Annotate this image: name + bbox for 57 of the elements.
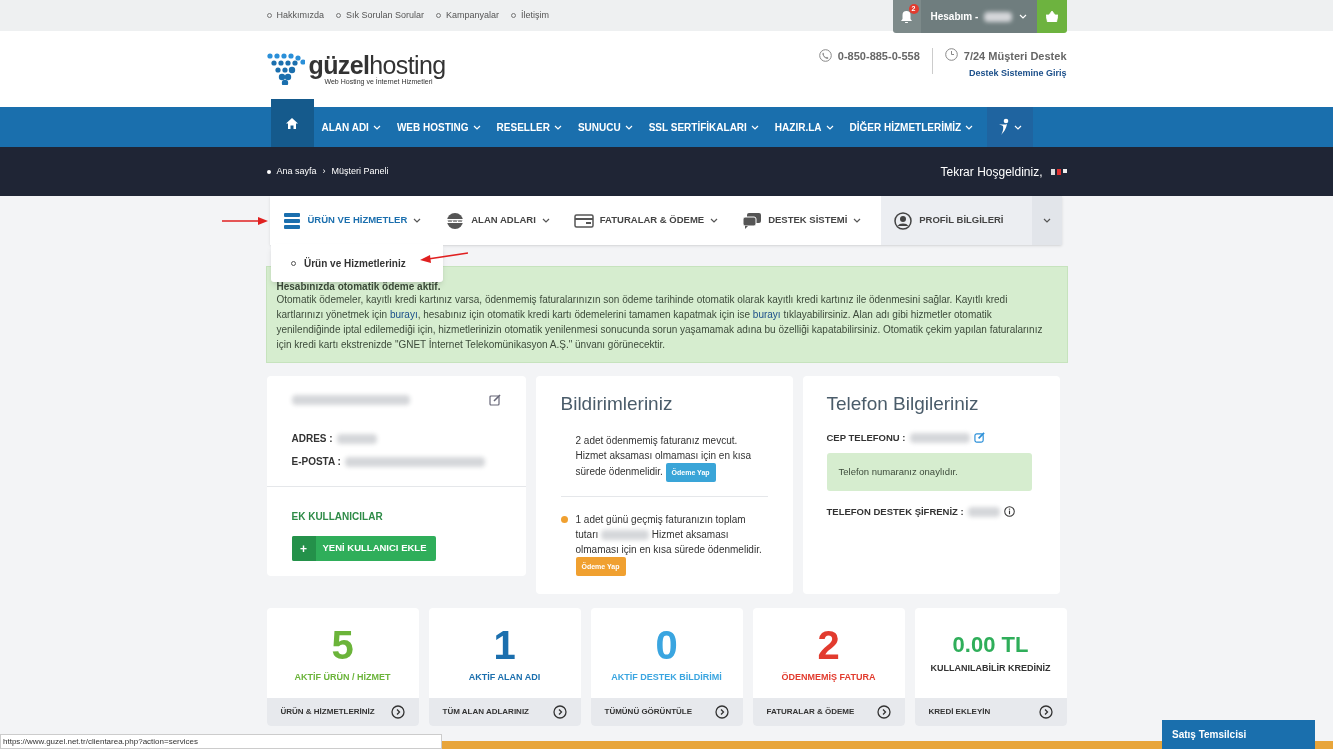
welcome-text: Tekrar Hoşgeldiniz, <box>940 163 1043 181</box>
stat-link[interactable]: KREDİ EKLEYİN <box>914 698 1067 726</box>
verified-message: Telefon numaranız onaylıdır. <box>826 452 1032 491</box>
nav-menu-item[interactable]: DİĞER HİZMETLERİMİZ <box>841 107 982 147</box>
address-label: ADRES : <box>291 432 333 446</box>
top-link[interactable]: Kampanyalar <box>436 8 500 23</box>
alert-link[interactable]: burayı <box>752 309 781 320</box>
plus-icon: + <box>291 536 316 561</box>
breadcrumb-separator: › <box>322 164 326 178</box>
mobile-phone-label: CEP TELEFONU : <box>826 430 906 445</box>
add-user-button[interactable]: + YENİ KULLANICI EKLE <box>291 536 437 561</box>
breadcrumb-link[interactable]: Müşteri Paneli <box>331 164 389 179</box>
panel-tab[interactable]: FATURALAR & ÖDEME <box>561 196 731 245</box>
stat-value: 1 <box>493 625 516 666</box>
top-link[interactable]: İletişim <box>511 8 550 23</box>
panel-tab[interactable]: ALAN ADLARI <box>433 196 562 245</box>
logo-wordmark: güzelhosting <box>308 53 446 78</box>
stat-link[interactable]: TÜM ALAN ADLARINIZ <box>428 698 581 726</box>
nav-menu-item[interactable]: SSL SERTİFİKALARI <box>640 107 767 147</box>
stat-value: 5 <box>331 625 354 666</box>
stat-value: 0 <box>655 625 678 666</box>
panel-tab[interactable]: PROFİL BİLGİLERİ <box>881 196 1062 245</box>
dropdown-item[interactable]: Ürün ve Hizmetleriniz <box>291 255 406 271</box>
section-title: EK KULLANICILAR <box>291 510 384 524</box>
stat-label: ÖDENMEMİŞ FATURA <box>781 671 876 685</box>
nav-menu-item[interactable]: HAZIR.LA <box>766 107 842 147</box>
nav-menu-item[interactable]: ALAN ADI <box>313 107 389 147</box>
stat-value: 0.00 TL <box>952 634 1029 657</box>
card-title: Bildirimleriniz <box>560 392 674 416</box>
browser-status-url: https://www.guzel.net.tr/clientarea.php?action=services <box>0 734 442 749</box>
email-label: E-POSTA : <box>291 455 341 469</box>
alert-message: Otomatik ödemeler, kayıtlı kredi kartınız varsa, ödenmemiş faturalarınızın son ödeme tarihinde otomatik olarak kayıtlı kredi kartınız ile ödenmesini sağlar. Kayıtlı kredi kartlarınızı yönetmek için burayı, hesabınız için otomatik kredi kartı ödemelerini tamamen kapatmak için ise burayı tıklayabilirsiniz. Alan adı gibi hizmetler otomatik yenilendiğinde iptal edilemediği için, hizmetlerinizin otomatik yenilenmesi sonucunda sorun yaşamamak adına bu özelliği kapatabilirsiniz. Otomatik çekim yapılan faturalarınız için kredi kartı ekstrenizde "GNET İnternet Telekomünikasyon A.Ş." ünvanı görünecektir. <box>276 293 1044 352</box>
alert-link[interactable]: burayı <box>389 309 418 320</box>
support-title: 7/24 Müşteri Destek <box>963 48 1067 64</box>
top-link[interactable]: Hakkımızda <box>266 8 324 23</box>
phone-number: 0-850-885-0-558 <box>837 48 920 64</box>
top-link[interactable]: Sık Sorulan Sorular <box>336 8 425 23</box>
stat-value: 2 <box>817 625 840 666</box>
support-password-label: TELEFON DESTEK ŞİFRENİZ : <box>826 504 964 519</box>
alert-title: Hesabınızda otomatik ödeme aktif. <box>276 282 442 292</box>
support-link[interactable]: Destek Sistemine Giriş <box>968 67 1067 81</box>
stat-label: KULLANILABİLİR KREDİNİZ <box>930 662 1051 676</box>
stat-label: AKTİF ÜRÜN / HİZMET <box>294 671 391 685</box>
breadcrumb-link[interactable]: Ana sayfa <box>276 164 317 179</box>
stat-label: AKTİF ALAN ADI <box>468 671 541 685</box>
stat-link[interactable]: FATURALAR & ÖDEME <box>752 698 905 726</box>
nav-menu-item[interactable]: WEB HOSTING <box>388 107 489 147</box>
panel-tab[interactable]: ÜRÜN VE HİZMETLER <box>269 196 434 245</box>
nav-menu-item[interactable]: SUNUCU <box>569 107 641 147</box>
stat-link[interactable]: ÜRÜN & HİZMETLERİNİZ <box>266 698 419 726</box>
nav-menu-item[interactable]: RESELLER <box>488 107 570 147</box>
stat-label: AKTİF DESTEK BİLDİRİMİ <box>611 671 722 685</box>
sales-rep-button[interactable]: Satış Temsilcisi <box>1162 720 1315 749</box>
panel-tab[interactable]: DESTEK SİSTEMİ <box>730 196 874 245</box>
stat-link[interactable]: TÜMÜNÜ GÖRÜNTÜLE <box>590 698 743 726</box>
account-menu-button[interactable]: Hesabım - <box>920 0 1037 33</box>
card-title: Telefon Bilgileriniz <box>826 392 980 416</box>
